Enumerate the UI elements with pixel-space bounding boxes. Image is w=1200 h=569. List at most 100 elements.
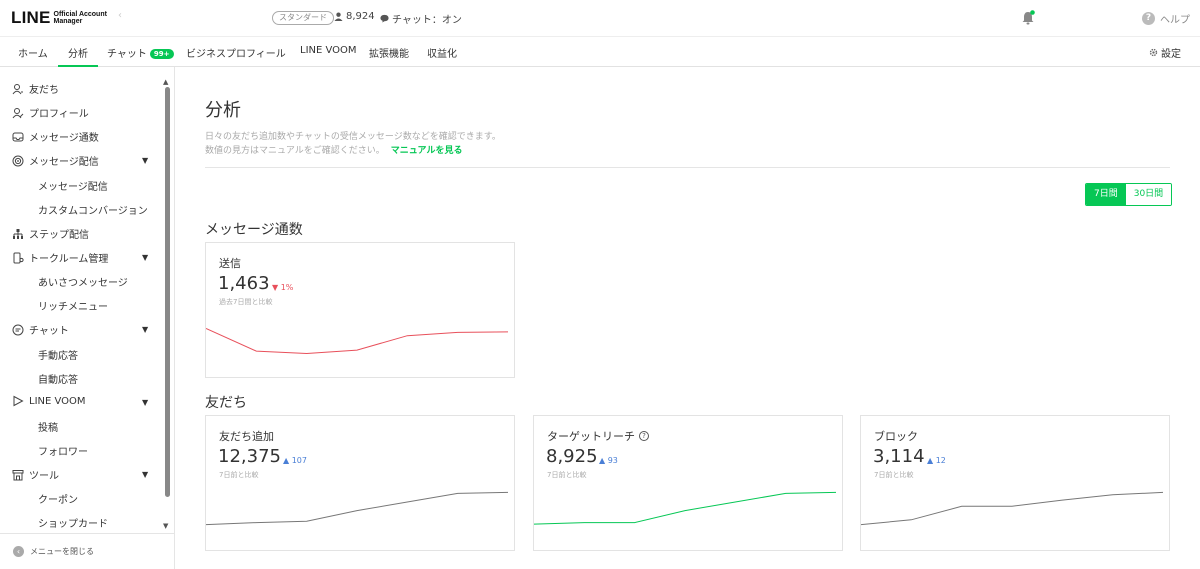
sidebar-item-message-delivery[interactable]: メッセージ配信	[12, 153, 99, 168]
sparkline-line	[206, 491, 509, 526]
tab-monetization[interactable]: 収益化	[427, 45, 457, 67]
divider	[205, 167, 1170, 168]
up-arrow-icon: ▲	[283, 456, 290, 465]
settings-link[interactable]: 設定	[1149, 45, 1181, 60]
person-icon	[334, 12, 343, 21]
play-icon	[13, 395, 24, 407]
metric-delta: ▼ 1%	[272, 283, 293, 292]
sidebar: 友だち プロフィール メッセージ通数 メッセージ配信 ▼ メッセージ配信 カスタ…	[0, 67, 175, 569]
shop-icon	[12, 469, 24, 480]
phone-settings-icon	[13, 252, 24, 263]
sidebar-item-label: メッセージ配信	[29, 157, 99, 168]
sidebar-item-chat[interactable]: チャット	[12, 322, 69, 337]
sidebar-subitem-rich-menu[interactable]: リッチメニュー	[38, 298, 108, 313]
sidebar-item-profile[interactable]: プロフィール	[12, 105, 89, 120]
sidebar-item-label: チャット	[29, 326, 69, 337]
tab-chat[interactable]: チャット 99+	[107, 45, 174, 67]
metric-value: 3,114	[873, 446, 925, 467]
manual-link[interactable]: マニュアルを見る	[391, 146, 463, 156]
friend-count: 8,924	[334, 11, 375, 22]
chevron-down-icon[interactable]: ▼	[142, 156, 148, 165]
sidebar-item-tools[interactable]: ツール	[12, 467, 59, 482]
period-30-days-button[interactable]: 30日間	[1125, 184, 1172, 205]
sidebar-item-friends[interactable]: 友だち	[12, 81, 59, 96]
tab-line-voom[interactable]: LINE VOOM	[300, 45, 357, 67]
tab-extensions[interactable]: 拡張機能	[369, 45, 409, 67]
metric-card-sent[interactable]: 送信 1,463 ▼ 1% 過去7日間と比較	[205, 242, 515, 378]
section-title-messages: メッセージ通数	[205, 222, 303, 238]
sidebar-subitem-shop-card[interactable]: ショップカード	[38, 515, 108, 530]
sidebar-item-talk-room[interactable]: トークルーム管理	[12, 250, 108, 265]
sparkline-line	[534, 491, 837, 525]
help-label: ヘルプ	[1160, 15, 1190, 26]
line-oam-logo[interactable]: LINE Official Account Manager	[11, 8, 107, 28]
sidebar-item-label: LINE VOOM	[29, 395, 86, 407]
sidebar-item-label: 友だち	[29, 85, 59, 96]
help-link[interactable]: ? ヘルプ	[1142, 11, 1190, 26]
sidebar-item-step-delivery[interactable]: ステップ配信	[12, 226, 89, 241]
sidebar-subitem-manual-reply[interactable]: 手動応答	[38, 347, 78, 362]
metric-delta-value: 107	[291, 456, 307, 465]
sidebar-item-label: プロフィール	[29, 109, 89, 120]
metric-delta: ▲ 93	[599, 456, 618, 465]
sidebar-subitem-coupons[interactable]: クーポン	[38, 491, 78, 506]
metric-value: 12,375	[218, 446, 281, 467]
metric-value: 8,925	[546, 446, 598, 467]
question-icon[interactable]: ?	[639, 431, 649, 441]
sidebar-scrollbar[interactable]	[165, 87, 170, 497]
period-toggle: 7日間 30日間	[1085, 183, 1173, 206]
metric-label: ブロック	[874, 430, 918, 443]
sidebar-subitem-followers[interactable]: フォロワー	[38, 443, 88, 458]
up-arrow-icon: ▲	[599, 456, 606, 465]
metric-card-blocks[interactable]: ブロック 3,114 ▲ 12 7日前と比較	[860, 415, 1170, 551]
tab-analytics[interactable]: 分析	[58, 45, 98, 67]
tab-business-profile[interactable]: ビジネスプロフィール	[186, 45, 286, 67]
chevron-down-icon[interactable]: ▼	[142, 325, 148, 334]
top-bar: LINE Official Account Manager ‹ スタンダード 8…	[0, 0, 1200, 37]
metric-compare-note: 過去7日間と比較	[219, 298, 273, 306]
page-description-2: 数値の見方はマニュアルをご確認ください。 マニュアルを見る	[205, 143, 462, 156]
chat-unread-badge: 99+	[149, 49, 174, 59]
manual-note: 数値の見方はマニュアルをご確認ください。	[205, 146, 385, 156]
chevron-down-icon[interactable]: ▼	[142, 470, 148, 479]
sidebar-item-line-voom[interactable]: LINE VOOM	[12, 395, 86, 407]
metric-label: 送信	[219, 257, 241, 270]
notification-bell-icon[interactable]	[1021, 10, 1035, 26]
up-arrow-icon: ▲	[927, 456, 934, 465]
close-menu-button[interactable]: ‹ メニューを閉じる	[13, 546, 94, 557]
sparkline-line	[861, 491, 1164, 526]
metric-compare-note: 7日前と比較	[219, 471, 259, 479]
chat-status[interactable]: チャット：オン	[380, 11, 462, 26]
sidebar-subitem-custom-conversion[interactable]: カスタムコンバージョン	[38, 202, 148, 217]
sidebar-subitem-posts[interactable]: 投稿	[38, 419, 58, 434]
inbox-icon	[12, 132, 24, 141]
tab-home[interactable]: ホーム	[18, 45, 48, 67]
scroll-down-arrow-icon[interactable]: ▼	[163, 522, 168, 530]
step-flow-icon	[13, 228, 23, 239]
metric-delta-value: 12	[935, 456, 946, 465]
period-7-days-button[interactable]: 7日間	[1086, 184, 1126, 205]
friends-icon	[12, 83, 23, 94]
chevron-down-icon[interactable]: ▼	[142, 398, 148, 407]
account-switch-chevron-icon[interactable]: ‹	[118, 10, 122, 21]
settings-label: 設定	[1161, 49, 1181, 60]
sidebar-item-message-count[interactable]: メッセージ通数	[12, 129, 99, 144]
friend-count-value: 8,924	[346, 11, 375, 22]
sidebar-subitem-message-delivery[interactable]: メッセージ配信	[38, 178, 108, 193]
sparkline-chart	[206, 328, 509, 355]
sidebar-item-label: ステップ配信	[29, 230, 89, 241]
sidebar-subitem-auto-reply[interactable]: 自動応答	[38, 371, 78, 386]
page-title: 分析	[205, 100, 241, 121]
metric-delta: ▲ 107	[283, 456, 307, 465]
metric-delta: ▲ 12	[927, 456, 946, 465]
metric-delta-value: 93	[607, 456, 618, 465]
profile-icon	[12, 107, 24, 118]
metric-card-friends-added[interactable]: 友だち追加 12,375 ▲ 107 7日前と比較	[205, 415, 515, 551]
plan-badge: スタンダード	[272, 11, 334, 25]
help-icon: ?	[1142, 12, 1155, 25]
chevron-down-icon[interactable]: ▼	[142, 253, 148, 262]
sidebar-item-label: メッセージ通数	[29, 133, 99, 144]
metric-card-target-reach[interactable]: ターゲットリーチ ? 8,925 ▲ 93 7日前と比較	[533, 415, 843, 551]
scroll-up-arrow-icon[interactable]: ▲	[163, 78, 168, 86]
sidebar-subitem-greeting[interactable]: あいさつメッセージ	[38, 274, 128, 289]
